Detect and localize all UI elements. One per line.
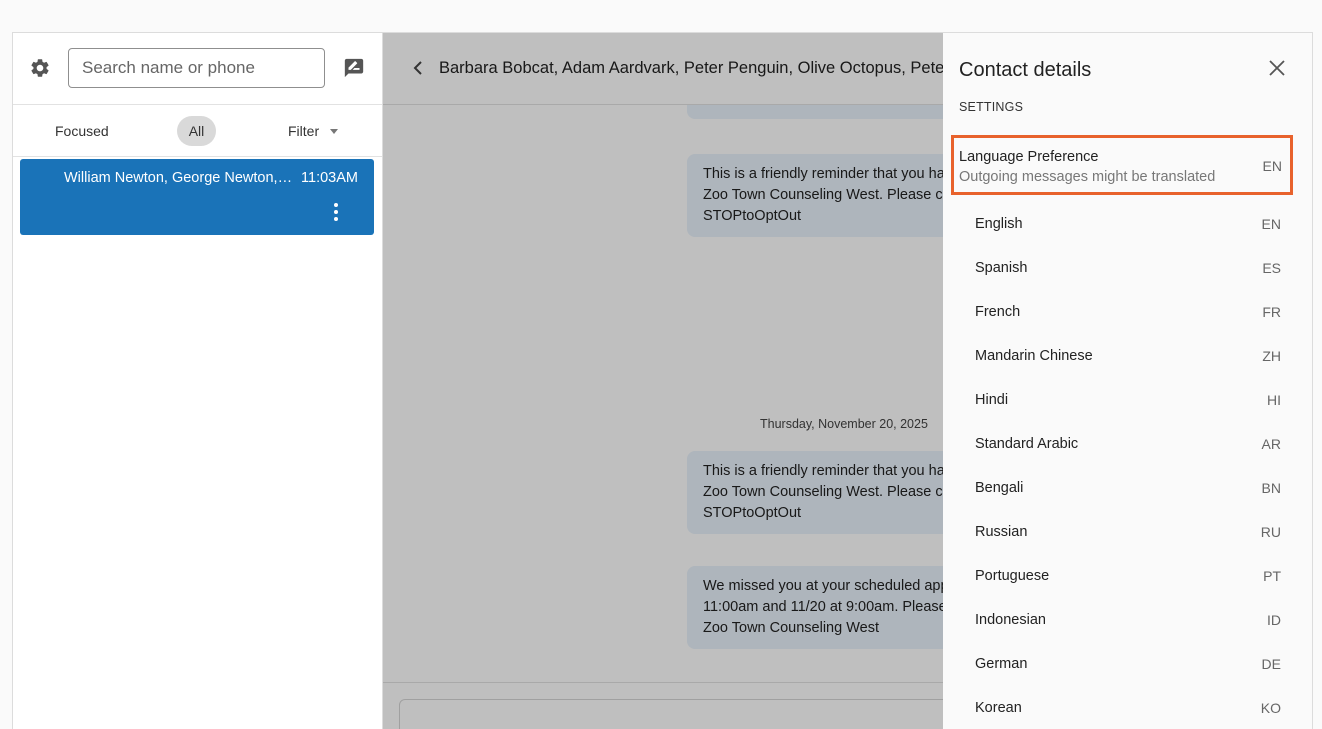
language-code: DE [1261, 656, 1281, 672]
language-name: Spanish [975, 260, 1028, 276]
language-preference-setting[interactable]: Language Preference Outgoing messages mi… [951, 135, 1293, 195]
language-option-spanish[interactable]: Spanish ES [943, 247, 1312, 291]
language-option-mandarin-chinese[interactable]: Mandarin Chinese ZH [943, 335, 1312, 379]
language-code: ES [1262, 260, 1281, 276]
language-code: AR [1261, 436, 1281, 452]
language-option-korean[interactable]: Korean KO [943, 687, 1312, 729]
conversation-time: 11:03AM [301, 170, 358, 186]
tab-focused[interactable]: Focused [55, 116, 109, 146]
language-option-bengali[interactable]: Bengali BN [943, 467, 1312, 511]
compose-icon[interactable] [343, 57, 365, 79]
panel-title: Contact details [959, 59, 1092, 81]
language-name: Russian [975, 524, 1028, 540]
language-code: EN [1261, 216, 1281, 232]
language-code: FR [1262, 304, 1281, 320]
language-code: ZH [1262, 348, 1281, 364]
language-name: Mandarin Chinese [975, 348, 1093, 364]
language-option-french[interactable]: French FR [943, 291, 1312, 335]
language-code: KO [1260, 700, 1281, 716]
language-option-standard-arabic[interactable]: Standard Arabic AR [943, 423, 1312, 467]
chevron-down-icon[interactable] [330, 129, 338, 134]
close-icon[interactable] [1268, 59, 1286, 77]
language-code: ID [1267, 612, 1281, 628]
language-preference-title: Language Preference [959, 149, 1099, 165]
language-name: German [975, 656, 1028, 672]
language-preference-subtitle: Outgoing messages might be translated [959, 169, 1216, 185]
chevron-left-icon[interactable] [411, 60, 425, 76]
conversation-participants: William Newton, George Newton, Martha Ne… [64, 170, 296, 186]
conversation-filter-tabs: Focused All Filter [13, 105, 382, 157]
language-option-german[interactable]: German DE [943, 643, 1312, 687]
settings-section-label: SETTINGS [959, 100, 1024, 114]
language-name: French [975, 304, 1021, 320]
language-name: Bengali [975, 480, 1024, 496]
language-code: RU [1260, 524, 1281, 540]
language-name: Hindi [975, 392, 1009, 408]
language-name: Portuguese [975, 568, 1050, 584]
tab-all[interactable]: All [177, 116, 216, 146]
language-code: BN [1261, 480, 1281, 496]
language-option-hindi[interactable]: Hindi HI [943, 379, 1312, 423]
language-preference-code: EN [1262, 158, 1282, 174]
language-code: PT [1263, 568, 1281, 584]
conversation-sidebar: Focused All Filter William Newton, Georg… [13, 33, 383, 729]
language-option-english[interactable]: English EN [943, 203, 1312, 247]
tab-filter[interactable]: Filter [288, 116, 319, 146]
date-separator: Thursday, November 20, 2025 [760, 417, 928, 431]
language-name: Indonesian [975, 612, 1046, 628]
language-name: English [975, 216, 1023, 232]
contact-details-panel: Contact details SETTINGS Language Prefer… [943, 33, 1312, 729]
language-code: HI [1267, 392, 1281, 408]
search-input[interactable] [68, 48, 325, 88]
language-options-list: English EN Spanish ES French FR Mandarin Ch… [943, 203, 1312, 729]
messaging-app: Focused All Filter William Newton, Georg… [12, 32, 1313, 729]
language-name: Korean [975, 700, 1022, 716]
language-option-portuguese[interactable]: Portuguese PT [943, 555, 1312, 599]
language-name: Standard Arabic [975, 436, 1079, 452]
conversation-list-item[interactable]: William Newton, George Newton, Martha Ne… [20, 159, 374, 235]
sidebar-toolbar [13, 33, 382, 105]
language-option-russian[interactable]: Russian RU [943, 511, 1312, 555]
language-option-indonesian[interactable]: Indonesian ID [943, 599, 1312, 643]
more-vertical-icon[interactable] [334, 203, 338, 221]
thread-title: Barbara Bobcat, Adam Aardvark, Peter Pen… [439, 59, 1015, 77]
gear-icon[interactable] [29, 57, 51, 79]
